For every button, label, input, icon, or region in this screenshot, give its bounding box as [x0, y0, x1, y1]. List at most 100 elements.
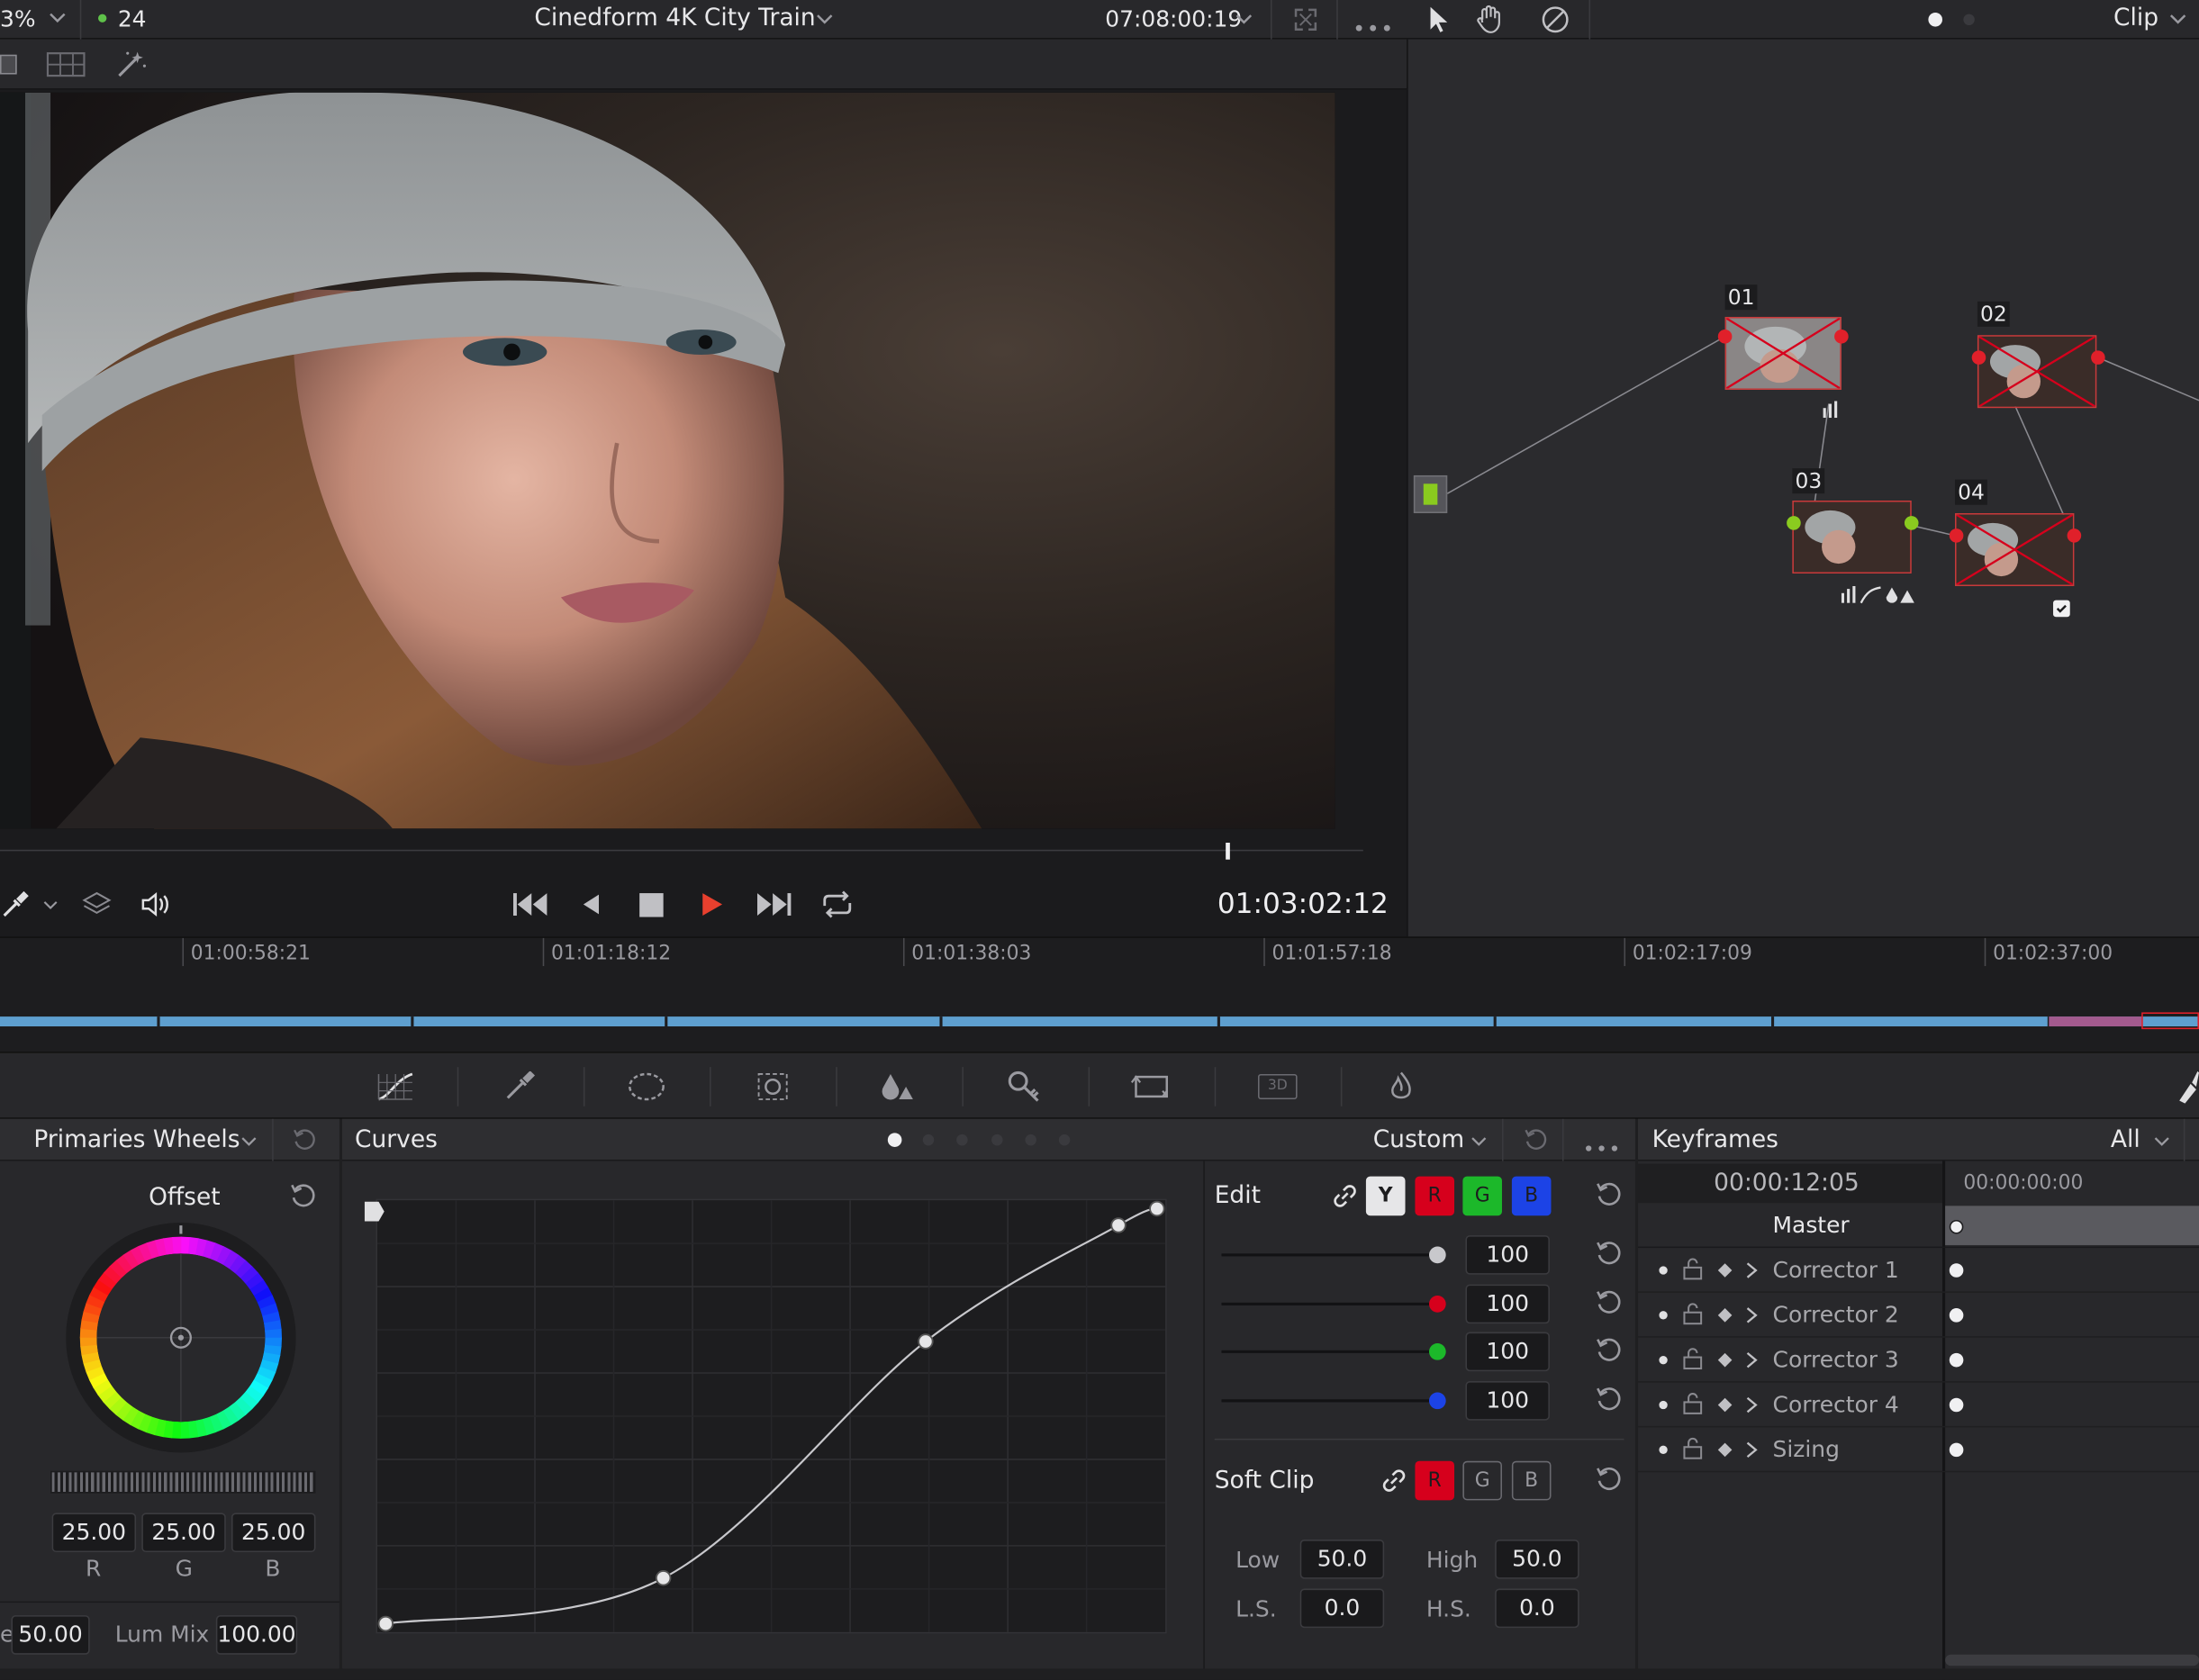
chevron-down-icon[interactable] — [2168, 8, 2188, 33]
r-intensity-slider[interactable] — [1221, 1302, 1433, 1305]
single-view-icon[interactable] — [0, 54, 17, 75]
softclip-g-button[interactable]: G — [1462, 1460, 1502, 1501]
chevron-down-icon[interactable] — [48, 7, 68, 32]
loop-icon[interactable] — [819, 889, 855, 925]
node-editor[interactable]: 01 02 03 04 — [1407, 39, 2199, 937]
keyframe-dot[interactable] — [1949, 1397, 1964, 1413]
node-output-connector[interactable] — [1834, 329, 1849, 344]
track-enable-dot-icon[interactable] — [1659, 1356, 1668, 1365]
chevron-down-icon[interactable] — [815, 8, 835, 33]
fullscreen-icon[interactable] — [1291, 5, 1319, 39]
y-intensity-slider[interactable] — [1221, 1253, 1433, 1257]
stereo-3d-tab-icon[interactable]: 3D — [1257, 1073, 1298, 1100]
lock-icon[interactable] — [1681, 1348, 1704, 1376]
page-indicator-dot[interactable] — [1963, 14, 1975, 26]
curve-handle-icon[interactable] — [362, 1199, 387, 1230]
g-intensity-slider[interactable] — [1221, 1350, 1433, 1353]
more-options-icon[interactable] — [1354, 15, 1390, 38]
y-intensity-value[interactable]: 100 — [1465, 1235, 1550, 1275]
clip-selected-segment[interactable] — [2049, 1016, 2142, 1027]
speaker-icon[interactable] — [139, 889, 172, 925]
lock-icon[interactable] — [1681, 1303, 1704, 1331]
curve-page-dot[interactable] — [956, 1134, 968, 1146]
expand-chevron-icon[interactable] — [1744, 1305, 1759, 1331]
curves-tab-icon[interactable] — [376, 1071, 415, 1107]
track-enable-dot-icon[interactable] — [1659, 1445, 1668, 1455]
curve-control-point[interactable] — [655, 1570, 672, 1586]
split-view-icon[interactable] — [46, 52, 86, 83]
reset-icon[interactable] — [292, 1127, 317, 1158]
qualifier-tab-icon[interactable] — [879, 1071, 915, 1107]
keyframe-dot[interactable] — [1949, 1442, 1964, 1458]
go-to-start-icon[interactable] — [511, 889, 550, 925]
r-intensity-value[interactable]: 100 — [1465, 1284, 1550, 1324]
hs-value[interactable]: 0.0 — [1495, 1588, 1579, 1629]
offset-b-value[interactable]: 25.00 — [231, 1513, 316, 1553]
node-output-connector[interactable] — [2067, 528, 2082, 543]
track-enable-dot-icon[interactable] — [1659, 1266, 1668, 1275]
add-keyframe-diamond-icon[interactable] — [1716, 1306, 1733, 1329]
chevron-down-icon[interactable] — [42, 896, 59, 918]
node-input-connector[interactable] — [1717, 329, 1733, 344]
softclip-b-button[interactable]: B — [1511, 1460, 1552, 1501]
offset-g-value[interactable]: 25.00 — [141, 1513, 226, 1553]
play-icon[interactable] — [700, 890, 725, 924]
project-title[interactable]: Cinedform 4K City Train — [534, 5, 815, 32]
color-warper-tab-icon[interactable] — [503, 1070, 537, 1107]
slider-knob[interactable] — [1428, 1296, 1446, 1313]
fx-tab-icon[interactable] — [1386, 1070, 1416, 1109]
tracker-tab-icon[interactable] — [755, 1071, 791, 1107]
sizing-tab-icon[interactable] — [1130, 1071, 1172, 1107]
add-keyframe-diamond-icon[interactable] — [1716, 1262, 1733, 1285]
source-timecode[interactable]: 07:08:00:19 — [1105, 5, 1242, 32]
key-tab-icon[interactable] — [1007, 1070, 1040, 1109]
chevron-down-icon[interactable] — [2153, 1132, 2171, 1155]
softclip-r-button[interactable]: R — [1415, 1460, 1455, 1501]
hand-tool-icon[interactable] — [1474, 5, 1505, 41]
more-options-icon[interactable] — [1585, 1135, 1618, 1158]
slider-knob[interactable] — [1428, 1392, 1446, 1410]
softclip-reset-icon[interactable] — [1595, 1465, 1623, 1498]
go-to-end-icon[interactable] — [755, 889, 794, 925]
clip-track[interactable] — [0, 1016, 2199, 1027]
curve-graph[interactable] — [376, 1198, 1167, 1634]
add-keyframe-diamond-icon[interactable] — [1716, 1441, 1733, 1464]
reset-icon[interactable] — [1595, 1336, 1623, 1369]
keyframe-track-row[interactable]: Corrector 1 — [1638, 1248, 2199, 1293]
chevron-down-icon[interactable] — [1235, 8, 1254, 33]
b-intensity-value[interactable]: 100 — [1465, 1381, 1550, 1421]
scrubber-track[interactable] — [0, 849, 1363, 852]
edit-reset-icon[interactable] — [1595, 1180, 1623, 1214]
primaries-mode-selector[interactable]: Primaries Wheels — [33, 1126, 240, 1154]
low-value[interactable]: 50.0 — [1299, 1540, 1385, 1579]
keyframe-track-row[interactable]: Sizing — [1638, 1427, 2199, 1473]
eyedropper-icon[interactable] — [0, 889, 31, 925]
node-mode-selector[interactable]: Clip — [2113, 5, 2158, 32]
param-value[interactable]: 50.00 — [11, 1615, 90, 1655]
channel-r-button[interactable]: R — [1415, 1176, 1455, 1216]
node-output-connector[interactable] — [1904, 516, 1919, 530]
keyframe-track-row[interactable]: Corrector 2 — [1638, 1293, 2199, 1338]
video-frame[interactable] — [0, 92, 1335, 829]
curves-mode-selector[interactable]: Custom — [1373, 1126, 1464, 1154]
node-02[interactable] — [1977, 335, 2097, 409]
node-input-connector[interactable] — [1971, 350, 1986, 365]
reset-icon[interactable] — [1595, 1288, 1623, 1322]
playback-timecode[interactable]: 01:03:02:12 — [1217, 886, 1389, 919]
track-enable-dot-icon[interactable] — [1659, 1311, 1668, 1320]
expand-chevron-icon[interactable] — [1744, 1350, 1759, 1376]
node-input-connector[interactable] — [1787, 516, 1801, 530]
master-offset-dial[interactable] — [50, 1470, 316, 1494]
add-keyframe-diamond-icon[interactable] — [1716, 1396, 1733, 1419]
brush-icon[interactable] — [2174, 1070, 2199, 1109]
curve-page-dot[interactable] — [991, 1134, 1003, 1146]
curve-page-dot[interactable] — [922, 1134, 935, 1146]
curve-control-point[interactable] — [377, 1615, 394, 1632]
node-03[interactable] — [1792, 500, 1912, 574]
mini-timeline[interactable]: 01:00:58:21 01:01:18:12 01:01:38:03 01:01:5… — [0, 936, 2199, 1052]
curve-control-point[interactable] — [918, 1333, 934, 1350]
expand-chevron-icon[interactable] — [1744, 1260, 1759, 1286]
curve-page-dot-active[interactable] — [887, 1133, 902, 1147]
stop-icon[interactable] — [639, 893, 664, 917]
keyframe-dot[interactable] — [1949, 1352, 1964, 1368]
